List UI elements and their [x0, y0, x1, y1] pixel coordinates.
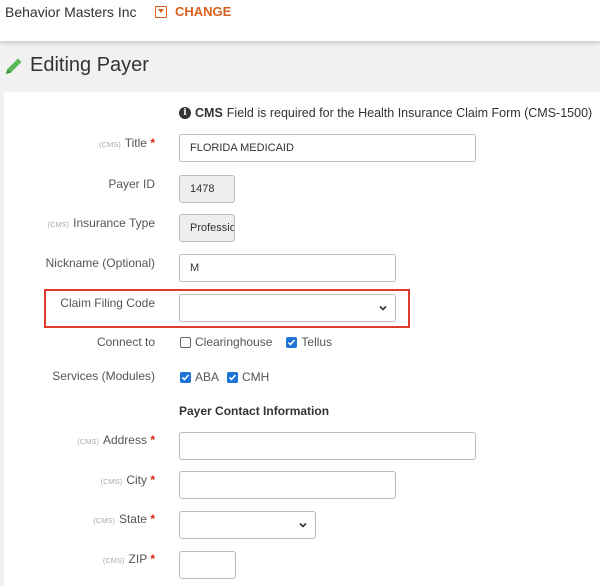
insurance-type-value: Professional	[190, 222, 235, 234]
required-marker: *	[150, 433, 155, 447]
contact-section-title: Payer Contact Information	[179, 404, 330, 418]
connect-to-label: Connect to	[97, 335, 155, 349]
title-label: (CMS) Title *	[99, 136, 155, 150]
cms-tag: (CMS)	[100, 477, 123, 486]
tellus-label: Tellus	[301, 335, 333, 349]
aba-checkbox[interactable]: ABA	[180, 370, 219, 384]
payer-id-label-text: Payer ID	[108, 177, 155, 191]
highlight-box	[44, 289, 410, 328]
city-label-text: City	[126, 473, 147, 487]
clearinghouse-label: Clearinghouse	[195, 335, 273, 349]
address-label: (CMS) Address *	[77, 433, 155, 447]
top-bar: Behavior Masters Inc CHANGE	[0, 0, 600, 41]
checkbox-checked-icon	[180, 371, 191, 383]
payer-id-label: Payer ID	[108, 177, 155, 191]
cmh-label: CMH	[242, 370, 270, 384]
cms-tag: (CMS)	[47, 220, 70, 229]
state-label: (CMS) State *	[93, 512, 155, 526]
clearinghouse-checkbox[interactable]: Clearinghouse	[180, 335, 272, 349]
change-label: CHANGE	[175, 4, 232, 19]
connect-to-group: Clearinghouse Tellus	[180, 335, 332, 349]
cms-tag: (CMS)	[77, 437, 99, 446]
zip-label: (CMS) ZIP *	[103, 552, 155, 566]
cms-note-bold: CMS	[195, 106, 223, 120]
required-marker: *	[150, 512, 155, 526]
info-icon: i	[179, 107, 191, 119]
required-marker: *	[150, 473, 155, 487]
checkbox-checked-icon	[227, 371, 239, 383]
cms-note: i CMS Field is required for the Health I…	[179, 106, 592, 120]
organization-name: Behavior Masters Inc	[5, 4, 137, 20]
title-label-text: Title	[124, 136, 147, 150]
cms-tag: (CMS)	[99, 140, 121, 149]
page-heading: Editing Payer	[4, 54, 149, 77]
dropdown-box-icon	[155, 5, 167, 18]
checkbox-unchecked-icon	[180, 336, 191, 348]
nickname-input-value: M	[190, 262, 200, 274]
required-marker: *	[150, 136, 155, 150]
required-marker: *	[150, 552, 155, 566]
title-input[interactable]: FLORIDA MEDICAID	[179, 134, 476, 162]
services-group: ABA CMH	[180, 370, 269, 384]
change-organization-button[interactable]: CHANGE	[155, 4, 231, 19]
address-label-text: Address	[102, 433, 147, 447]
title-input-value: FLORIDA MEDICAID	[190, 142, 294, 154]
insurance-type-label-text: Insurance Type	[73, 216, 155, 230]
aba-label: ABA	[195, 370, 220, 384]
page-title: Editing Payer	[30, 54, 149, 76]
services-label-text: Services (Modules)	[52, 369, 155, 383]
chevron-down-icon	[299, 522, 307, 528]
city-label: (CMS) City *	[101, 473, 155, 487]
city-input[interactable]	[179, 471, 396, 499]
nickname-label: Nickname (Optional)	[46, 256, 155, 270]
nickname-label-text: Nickname (Optional)	[45, 256, 155, 270]
insurance-type-label: (CMS) Insurance Type	[47, 216, 155, 230]
cms-tag: (CMS)	[93, 516, 115, 525]
payer-id-value: 1478	[190, 183, 215, 195]
zip-label-text: ZIP	[128, 552, 147, 566]
insurance-type-field: Professional	[179, 214, 235, 242]
nickname-input[interactable]: M	[179, 254, 396, 282]
services-label: Services (Modules)	[52, 369, 155, 383]
cmh-checkbox[interactable]: CMH	[227, 370, 269, 384]
payer-id-field: 1478	[179, 175, 235, 203]
cms-tag: (CMS)	[102, 556, 125, 565]
state-label-text: State	[118, 512, 147, 526]
state-select[interactable]	[179, 511, 316, 539]
cms-note-text: Field is required for the Health Insuran…	[226, 106, 593, 120]
tellus-checkbox[interactable]: Tellus	[286, 335, 332, 349]
connect-to-label-text: Connect to	[96, 335, 155, 349]
zip-input[interactable]	[179, 551, 236, 579]
checkbox-checked-icon	[286, 336, 298, 348]
address-input[interactable]	[179, 432, 476, 460]
pencil-icon	[6, 58, 22, 74]
